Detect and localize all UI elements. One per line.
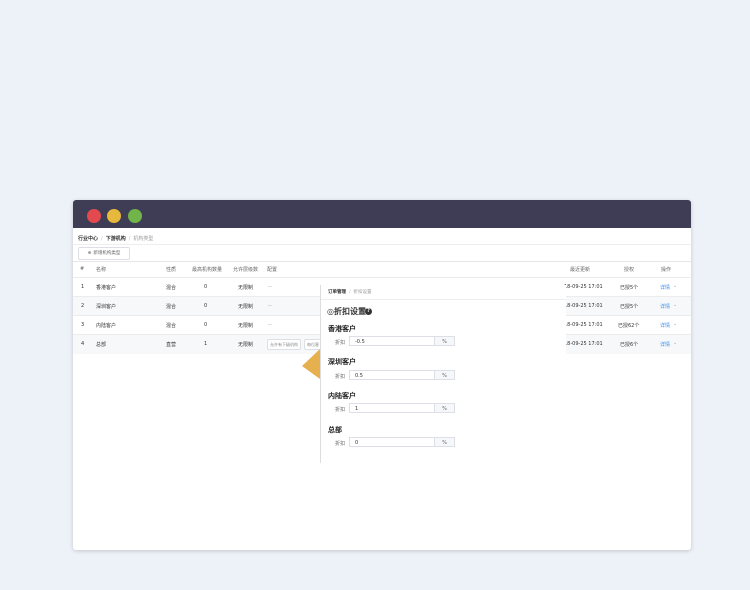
section-title: 总部	[328, 426, 342, 434]
popup-breadcrumb-discount-settings: 折扣设置	[353, 290, 372, 295]
percent-unit: %	[435, 403, 455, 413]
section-title: 香港客户	[328, 325, 356, 333]
discount-input-inland[interactable]: 1	[349, 403, 435, 413]
discount-label: 折扣	[335, 441, 346, 447]
popup-title: ◎折扣设置	[327, 307, 366, 316]
discount-settings-panel: 订单管理 / 折扣设置 ◎折扣设置 ? 香港客户 折扣 -0.5 % 深圳客户 折扣…	[320, 285, 566, 463]
divider	[321, 299, 566, 300]
section-title: 深圳客户	[328, 358, 356, 366]
discount-input-sz[interactable]: 0.5	[349, 370, 435, 380]
discount-label: 折扣	[335, 407, 346, 413]
section-title: 内陆客户	[328, 392, 356, 400]
breadcrumb-separator: /	[349, 290, 351, 295]
percent-unit: %	[435, 437, 455, 447]
popup-breadcrumb-order-management[interactable]: 订单管理	[328, 290, 346, 295]
popup-breadcrumb: 订单管理 / 折扣设置	[328, 289, 372, 295]
discount-label: 折扣	[335, 340, 346, 346]
discount-input-hk[interactable]: -0.5	[349, 336, 435, 346]
discount-label: 折扣	[335, 374, 346, 380]
percent-unit: %	[435, 370, 455, 380]
question-icon[interactable]: ?	[365, 308, 372, 315]
percent-unit: %	[435, 336, 455, 346]
callout-arrow-shape	[302, 349, 320, 379]
discount-input-hq[interactable]: 0	[349, 437, 435, 447]
